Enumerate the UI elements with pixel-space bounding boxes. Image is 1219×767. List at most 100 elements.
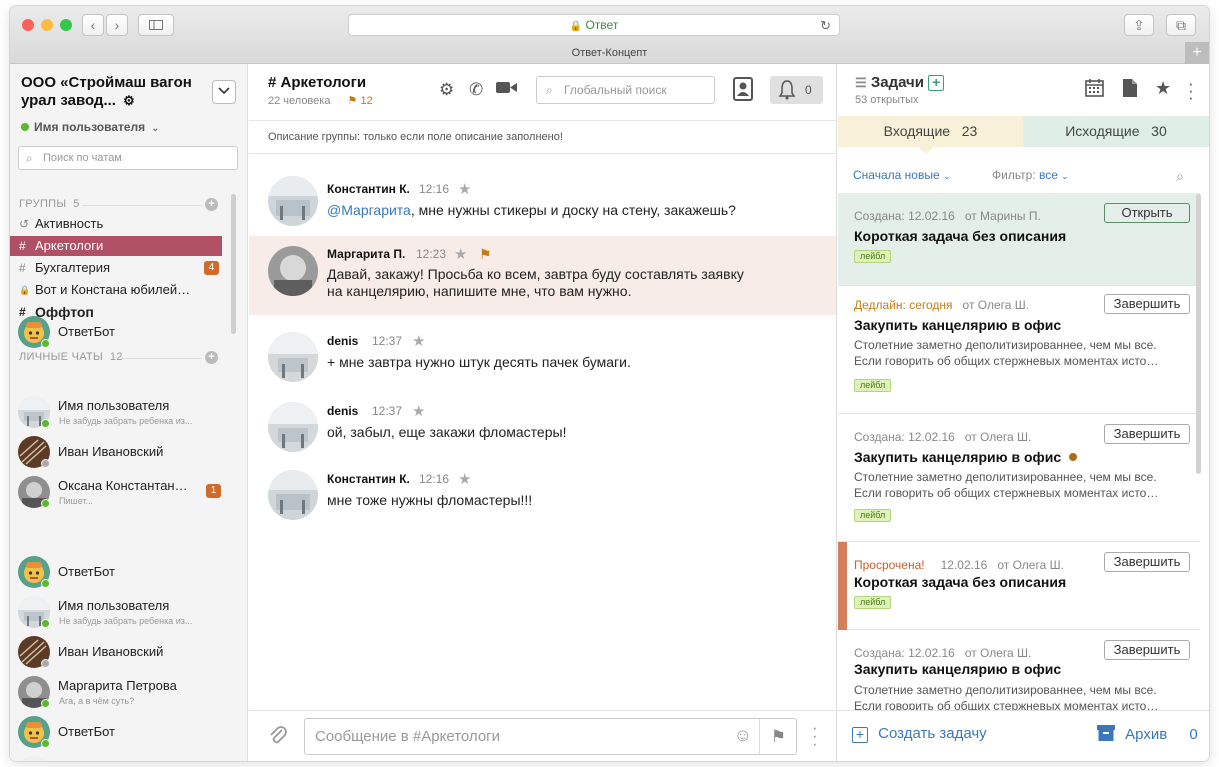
star-icon[interactable]: ★ bbox=[458, 180, 471, 198]
flag-icon[interactable]: ⚑ bbox=[479, 246, 492, 263]
task-label[interactable]: лейбл bbox=[854, 509, 892, 522]
chat-item[interactable]: Иван Ивановский bbox=[10, 632, 240, 672]
task-label[interactable]: лейбл bbox=[854, 596, 892, 609]
zoom-window-button[interactable] bbox=[60, 19, 72, 31]
message-author[interactable]: denis bbox=[327, 404, 358, 418]
chat-item[interactable]: ОтветБот bbox=[10, 312, 240, 352]
message-author[interactable]: denis bbox=[327, 334, 358, 348]
add-chat-button[interactable]: + bbox=[205, 351, 218, 364]
search-icon[interactable]: ⌕ bbox=[1176, 168, 1184, 185]
star-icon[interactable]: ★ bbox=[1155, 78, 1171, 99]
tab-title: Ответ-Концепт bbox=[571, 47, 648, 59]
paperclip-icon[interactable] bbox=[268, 724, 288, 752]
back-button[interactable]: ‹ bbox=[82, 14, 104, 36]
avatar[interactable] bbox=[268, 176, 318, 226]
message-input[interactable]: Сообщение в #Аркетологи ☺ ⚑ bbox=[304, 718, 797, 755]
gear-icon[interactable]: ⚙ bbox=[439, 80, 454, 100]
chat-search-input[interactable]: ⌕ Поиск по чатам bbox=[18, 146, 238, 170]
sidebar-scrollbar[interactable] bbox=[231, 194, 236, 334]
filter-dropdown[interactable]: Фильтр: все ⌄ bbox=[992, 168, 1069, 182]
address-bar[interactable]: 🔒 Ответ ↻ bbox=[348, 14, 840, 36]
create-task-button[interactable]: + Создать задачу bbox=[852, 725, 987, 743]
chat-item[interactable]: Имя пользователяНе забудь забрать ребенк… bbox=[10, 752, 240, 761]
add-group-button[interactable]: + bbox=[205, 198, 218, 211]
message-item[interactable]: Константин К. 12:16 ★ @Маргарита, мне ну… bbox=[249, 164, 836, 242]
user-menu[interactable]: Имя пользователя ⌄ bbox=[21, 120, 159, 134]
channel-item-activity[interactable]: ↺ Активность bbox=[10, 214, 222, 234]
task-card[interactable]: Создана: 12.02.16 от Марины П. Открыть Ко… bbox=[838, 193, 1200, 286]
avatar[interactable] bbox=[268, 470, 318, 520]
task-card[interactable]: Создана: 12.02.16 от Олега Ш. Завершить З… bbox=[838, 414, 1200, 542]
avatar[interactable] bbox=[268, 332, 318, 382]
document-icon[interactable] bbox=[1122, 78, 1138, 103]
flag-icon[interactable]: ⚑ bbox=[771, 719, 786, 754]
close-window-button[interactable] bbox=[22, 19, 34, 31]
message-item[interactable]: Константин К. 12:16 ★ мне тоже нужны фло… bbox=[249, 464, 836, 524]
chat-item[interactable]: ОтветБот bbox=[10, 552, 240, 592]
message-author[interactable]: Константин К. bbox=[327, 182, 410, 196]
contacts-icon[interactable] bbox=[733, 77, 753, 106]
reload-icon[interactable]: ↻ bbox=[820, 15, 831, 36]
more-vertical-icon[interactable]: · · · bbox=[1188, 75, 1194, 106]
tabs-overview-button[interactable]: ⧉ bbox=[1166, 14, 1196, 36]
chat-item[interactable]: ОтветБот bbox=[10, 712, 240, 752]
message-item[interactable]: denis 12:37 ★ ой, забыл, еще закажи флом… bbox=[249, 396, 836, 454]
message-item[interactable]: denis 12:37 ★ + мне завтра нужно штук де… bbox=[249, 326, 836, 384]
gear-icon[interactable]: ⚙ bbox=[123, 93, 135, 108]
url-text: Ответ bbox=[585, 18, 619, 32]
chat-item[interactable]: Имя пользователяНе забудь забрать ребенк… bbox=[10, 592, 240, 632]
mention-link[interactable]: @Маргарита bbox=[327, 202, 411, 218]
sidebar-toggle-button[interactable] bbox=[138, 14, 174, 36]
sort-dropdown[interactable]: Сначала новые ⌄ bbox=[853, 168, 951, 182]
archive-button[interactable]: Архив 0 bbox=[1097, 725, 1198, 743]
complete-task-button[interactable]: Завершить bbox=[1104, 424, 1190, 444]
chat-item[interactable]: Иван Ивановский bbox=[10, 432, 240, 472]
tab-outgoing[interactable]: Исходящие 30 bbox=[1023, 116, 1209, 147]
task-label[interactable]: лейбл bbox=[854, 250, 892, 263]
task-card[interactable]: Создана: 12.02.16 от Олега Ш. Завершить З… bbox=[838, 630, 1200, 713]
video-icon[interactable] bbox=[496, 80, 518, 100]
star-icon[interactable]: ★ bbox=[412, 402, 425, 420]
global-search-input[interactable]: ⌕ Глобальный поиск bbox=[536, 76, 715, 104]
org-menu-button[interactable] bbox=[212, 80, 236, 104]
complete-task-button[interactable]: Завершить bbox=[1104, 640, 1190, 660]
chat-item[interactable]: Имя пользователяНе забудь забрать ребенк… bbox=[10, 392, 240, 432]
avatar[interactable] bbox=[268, 402, 318, 452]
forward-button[interactable]: › bbox=[106, 14, 128, 36]
message-item-highlighted[interactable]: Маргарита П. 12:23 ★ ⚑ Давай, закажу! Пр… bbox=[249, 236, 836, 315]
channel-item-buhgalteria[interactable]: # Бухгалтерия 4 bbox=[10, 258, 222, 278]
calendar-icon[interactable] bbox=[1085, 78, 1104, 102]
channel-item-arketologi[interactable]: # Аркетологи bbox=[10, 236, 222, 256]
complete-task-button[interactable]: Завершить bbox=[1104, 552, 1190, 572]
channel-item-private[interactable]: 🔒 Вот и Констана юбилей… bbox=[10, 280, 222, 300]
add-task-icon[interactable]: + bbox=[928, 75, 945, 91]
open-task-button[interactable]: Открыть bbox=[1104, 203, 1190, 223]
message-author[interactable]: Константин К. bbox=[327, 472, 410, 486]
task-card[interactable]: Дедлайн: сегодня от Олега Ш. Завершить За… bbox=[838, 286, 1200, 414]
share-button[interactable]: ⇪ bbox=[1124, 14, 1154, 36]
more-vertical-icon[interactable]: · · · bbox=[812, 719, 818, 752]
tab-incoming[interactable]: Входящие 23 bbox=[838, 116, 1023, 147]
tasks-title: ☰ Задачи + bbox=[855, 74, 945, 91]
complete-task-button[interactable]: Завершить bbox=[1104, 294, 1190, 314]
notifications-button[interactable]: 0 bbox=[770, 76, 823, 104]
chevron-down-icon: ⌄ bbox=[151, 123, 160, 133]
emoji-icon[interactable]: ☺ bbox=[734, 718, 752, 753]
chat-item[interactable]: Оксана Константан… Пишет... 1 bbox=[10, 472, 240, 512]
minimize-window-button[interactable] bbox=[41, 19, 53, 31]
tasks-scrollbar[interactable] bbox=[1196, 194, 1201, 474]
avatar[interactable] bbox=[268, 246, 318, 296]
task-label[interactable]: лейбл bbox=[854, 379, 892, 392]
message-author[interactable]: Маргарита П. bbox=[327, 247, 405, 261]
phone-icon[interactable]: ✆ bbox=[469, 80, 483, 100]
member-count[interactable]: 22 человека bbox=[268, 95, 330, 107]
task-card-overdue[interactable]: Просрочена! 12.02.16 от Олега Ш. Завершить… bbox=[838, 542, 1200, 630]
star-icon[interactable]: ★ bbox=[454, 245, 467, 263]
star-icon[interactable]: ★ bbox=[412, 332, 425, 350]
chevron-down-icon: ⌄ bbox=[942, 171, 951, 181]
org-name[interactable]: ООО «Строймаш вагон урал завод... ⚙ bbox=[21, 74, 201, 110]
star-icon[interactable]: ★ bbox=[458, 470, 471, 488]
chat-item[interactable]: Маргарита Петрова Ага, а в чём суть? bbox=[10, 672, 240, 712]
flag-count[interactable]: 12 bbox=[360, 95, 372, 107]
new-tab-button[interactable]: + bbox=[1185, 42, 1209, 64]
